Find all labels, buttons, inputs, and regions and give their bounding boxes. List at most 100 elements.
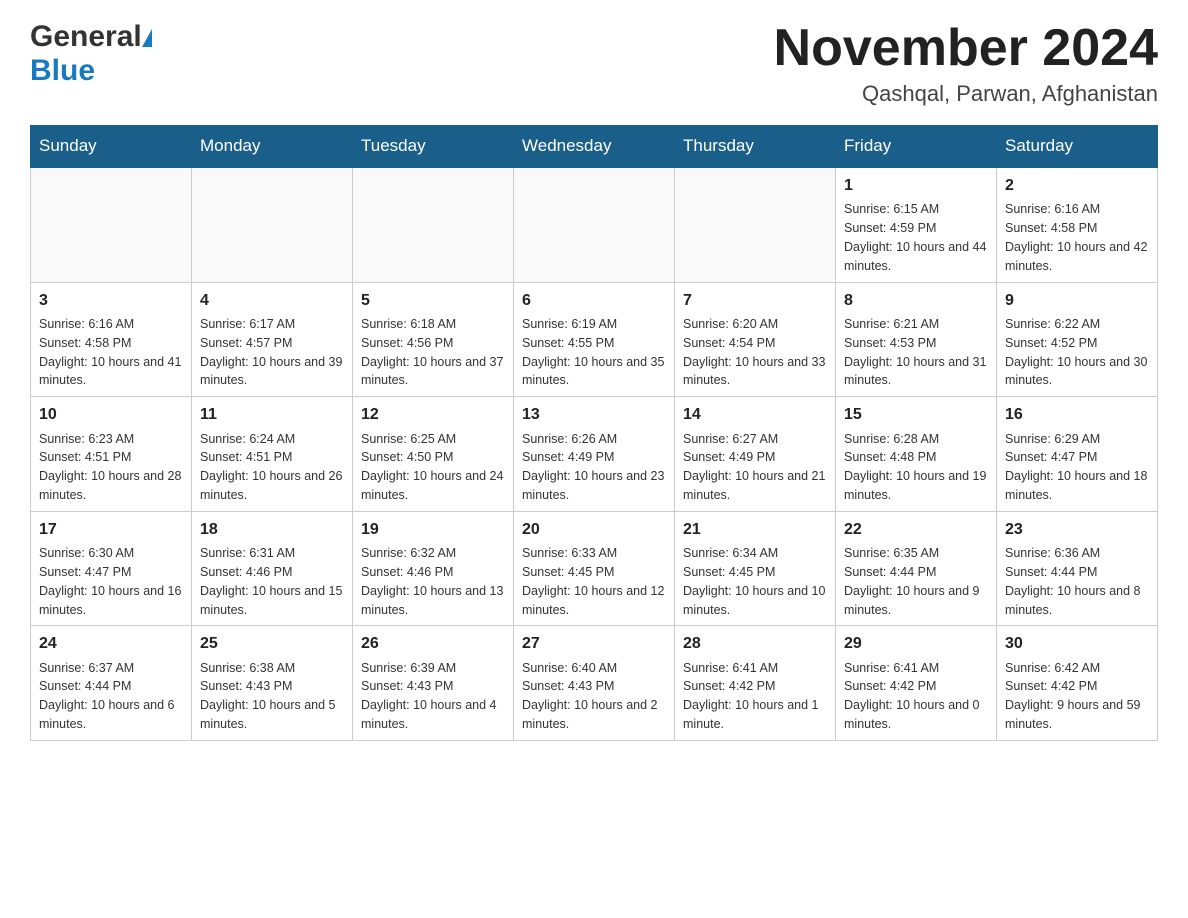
weekday-header-row: SundayMondayTuesdayWednesdayThursdayFrid… — [31, 126, 1158, 168]
calendar-day-cell: 8 Sunrise: 6:21 AM Sunset: 4:53 PM Daylig… — [836, 282, 997, 397]
calendar-day-cell: 9 Sunrise: 6:22 AM Sunset: 4:52 PM Daylig… — [997, 282, 1158, 397]
calendar-day-cell: 23 Sunrise: 6:36 AM Sunset: 4:44 PM Dayli… — [997, 511, 1158, 626]
day-number: 8 — [844, 289, 988, 312]
day-info: Sunrise: 6:18 AM Sunset: 4:56 PM Dayligh… — [361, 317, 503, 388]
title-block: November 2024 Qashqal, Parwan, Afghanist… — [774, 20, 1158, 107]
calendar-day-cell: 19Sunrise: 6:32 AM Sunset: 4:46 PM Dayli… — [353, 511, 514, 626]
day-number: 9 — [1005, 289, 1149, 312]
calendar-day-cell: 6 Sunrise: 6:19 AM Sunset: 4:55 PM Daylig… — [514, 282, 675, 397]
weekday-header-saturday: Saturday — [997, 126, 1158, 168]
day-number: 21 — [683, 518, 827, 541]
day-info: Sunrise: 6:17 AM Sunset: 4:57 PM Dayligh… — [200, 317, 342, 388]
calendar-week-2: 3 Sunrise: 6:16 AM Sunset: 4:58 PM Daylig… — [31, 282, 1158, 397]
day-number: 26 — [361, 632, 505, 655]
day-info: Sunrise: 6:34 AM Sunset: 4:45 PM Dayligh… — [683, 546, 825, 617]
calendar-day-cell: 2 Sunrise: 6:16 AM Sunset: 4:58 PM Daylig… — [997, 167, 1158, 282]
day-info: Sunrise: 6:20 AM Sunset: 4:54 PM Dayligh… — [683, 317, 825, 388]
day-info: Sunrise: 6:38 AM Sunset: 4:43 PM Dayligh… — [200, 661, 336, 732]
day-info: Sunrise: 6:37 AM Sunset: 4:44 PM Dayligh… — [39, 661, 175, 732]
day-info: Sunrise: 6:19 AM Sunset: 4:55 PM Dayligh… — [522, 317, 664, 388]
day-info: Sunrise: 6:35 AM Sunset: 4:44 PM Dayligh… — [844, 546, 980, 617]
calendar-day-cell: 22 Sunrise: 6:35 AM Sunset: 4:44 PM Dayli… — [836, 511, 997, 626]
day-info: Sunrise: 6:29 AM Sunset: 4:47 PM Dayligh… — [1005, 432, 1147, 503]
calendar-day-cell: 12Sunrise: 6:25 AM Sunset: 4:50 PM Dayli… — [353, 397, 514, 512]
day-number: 12 — [361, 403, 505, 426]
calendar-subtitle: Qashqal, Parwan, Afghanistan — [774, 81, 1158, 107]
day-info: Sunrise: 6:22 AM Sunset: 4:52 PM Dayligh… — [1005, 317, 1147, 388]
calendar-day-cell — [514, 167, 675, 282]
day-number: 30 — [1005, 632, 1149, 655]
day-number: 11 — [200, 403, 344, 426]
day-info: Sunrise: 6:30 AM Sunset: 4:47 PM Dayligh… — [39, 546, 181, 617]
calendar-day-cell — [31, 167, 192, 282]
calendar-day-cell: 4Sunrise: 6:17 AM Sunset: 4:57 PM Daylig… — [192, 282, 353, 397]
calendar-day-cell: 29 Sunrise: 6:41 AM Sunset: 4:42 PM Dayli… — [836, 626, 997, 741]
calendar-day-cell: 18 Sunrise: 6:31 AM Sunset: 4:46 PM Dayli… — [192, 511, 353, 626]
day-info: Sunrise: 6:24 AM Sunset: 4:51 PM Dayligh… — [200, 432, 342, 503]
day-number: 27 — [522, 632, 666, 655]
day-number: 14 — [683, 403, 827, 426]
calendar-header: SundayMondayTuesdayWednesdayThursdayFrid… — [31, 126, 1158, 168]
calendar-day-cell: 26Sunrise: 6:39 AM Sunset: 4:43 PM Dayli… — [353, 626, 514, 741]
day-info: Sunrise: 6:41 AM Sunset: 4:42 PM Dayligh… — [683, 661, 819, 732]
day-number: 23 — [1005, 518, 1149, 541]
day-number: 1 — [844, 174, 988, 197]
logo-arrow-icon — [142, 29, 152, 47]
calendar-day-cell: 1 Sunrise: 6:15 AM Sunset: 4:59 PM Daylig… — [836, 167, 997, 282]
calendar-day-cell: 13 Sunrise: 6:26 AM Sunset: 4:49 PM Dayli… — [514, 397, 675, 512]
day-info: Sunrise: 6:41 AM Sunset: 4:42 PM Dayligh… — [844, 661, 980, 732]
weekday-header-sunday: Sunday — [31, 126, 192, 168]
calendar-table: SundayMondayTuesdayWednesdayThursdayFrid… — [30, 125, 1158, 741]
calendar-day-cell: 14 Sunrise: 6:27 AM Sunset: 4:49 PM Dayli… — [675, 397, 836, 512]
weekday-header-tuesday: Tuesday — [353, 126, 514, 168]
calendar-week-1: 1 Sunrise: 6:15 AM Sunset: 4:59 PM Daylig… — [31, 167, 1158, 282]
logo-blue-text: Blue — [30, 54, 95, 88]
day-info: Sunrise: 6:21 AM Sunset: 4:53 PM Dayligh… — [844, 317, 986, 388]
logo: General Blue — [30, 20, 152, 88]
calendar-day-cell: 5 Sunrise: 6:18 AM Sunset: 4:56 PM Daylig… — [353, 282, 514, 397]
day-number: 13 — [522, 403, 666, 426]
day-number: 6 — [522, 289, 666, 312]
day-number: 3 — [39, 289, 183, 312]
day-number: 29 — [844, 632, 988, 655]
calendar-day-cell: 27 Sunrise: 6:40 AM Sunset: 4:43 PM Dayli… — [514, 626, 675, 741]
calendar-day-cell: 28 Sunrise: 6:41 AM Sunset: 4:42 PM Dayli… — [675, 626, 836, 741]
calendar-day-cell: 21 Sunrise: 6:34 AM Sunset: 4:45 PM Dayli… — [675, 511, 836, 626]
day-info: Sunrise: 6:36 AM Sunset: 4:44 PM Dayligh… — [1005, 546, 1141, 617]
calendar-day-cell: 15Sunrise: 6:28 AM Sunset: 4:48 PM Dayli… — [836, 397, 997, 512]
calendar-week-4: 17Sunrise: 6:30 AM Sunset: 4:47 PM Dayli… — [31, 511, 1158, 626]
calendar-week-5: 24 Sunrise: 6:37 AM Sunset: 4:44 PM Dayli… — [31, 626, 1158, 741]
calendar-day-cell: 25 Sunrise: 6:38 AM Sunset: 4:43 PM Dayli… — [192, 626, 353, 741]
day-number: 22 — [844, 518, 988, 541]
day-number: 15 — [844, 403, 988, 426]
day-info: Sunrise: 6:16 AM Sunset: 4:58 PM Dayligh… — [39, 317, 181, 388]
calendar-day-cell — [353, 167, 514, 282]
day-info: Sunrise: 6:40 AM Sunset: 4:43 PM Dayligh… — [522, 661, 658, 732]
day-number: 24 — [39, 632, 183, 655]
calendar-day-cell: 3 Sunrise: 6:16 AM Sunset: 4:58 PM Daylig… — [31, 282, 192, 397]
day-number: 20 — [522, 518, 666, 541]
day-number: 28 — [683, 632, 827, 655]
day-info: Sunrise: 6:33 AM Sunset: 4:45 PM Dayligh… — [522, 546, 664, 617]
calendar-day-cell: 30Sunrise: 6:42 AM Sunset: 4:42 PM Dayli… — [997, 626, 1158, 741]
day-number: 5 — [361, 289, 505, 312]
weekday-header-friday: Friday — [836, 126, 997, 168]
day-info: Sunrise: 6:31 AM Sunset: 4:46 PM Dayligh… — [200, 546, 342, 617]
calendar-body: 1 Sunrise: 6:15 AM Sunset: 4:59 PM Daylig… — [31, 167, 1158, 740]
day-info: Sunrise: 6:26 AM Sunset: 4:49 PM Dayligh… — [522, 432, 664, 503]
day-number: 25 — [200, 632, 344, 655]
weekday-header-monday: Monday — [192, 126, 353, 168]
weekday-header-thursday: Thursday — [675, 126, 836, 168]
day-info: Sunrise: 6:15 AM Sunset: 4:59 PM Dayligh… — [844, 202, 986, 273]
day-info: Sunrise: 6:32 AM Sunset: 4:46 PM Dayligh… — [361, 546, 503, 617]
day-number: 2 — [1005, 174, 1149, 197]
day-info: Sunrise: 6:27 AM Sunset: 4:49 PM Dayligh… — [683, 432, 825, 503]
page-header: General Blue November 2024 Qashqal, Parw… — [30, 20, 1158, 107]
day-info: Sunrise: 6:16 AM Sunset: 4:58 PM Dayligh… — [1005, 202, 1147, 273]
day-number: 16 — [1005, 403, 1149, 426]
day-number: 18 — [200, 518, 344, 541]
calendar-day-cell: 10Sunrise: 6:23 AM Sunset: 4:51 PM Dayli… — [31, 397, 192, 512]
calendar-day-cell — [675, 167, 836, 282]
calendar-day-cell: 11 Sunrise: 6:24 AM Sunset: 4:51 PM Dayli… — [192, 397, 353, 512]
day-number: 10 — [39, 403, 183, 426]
